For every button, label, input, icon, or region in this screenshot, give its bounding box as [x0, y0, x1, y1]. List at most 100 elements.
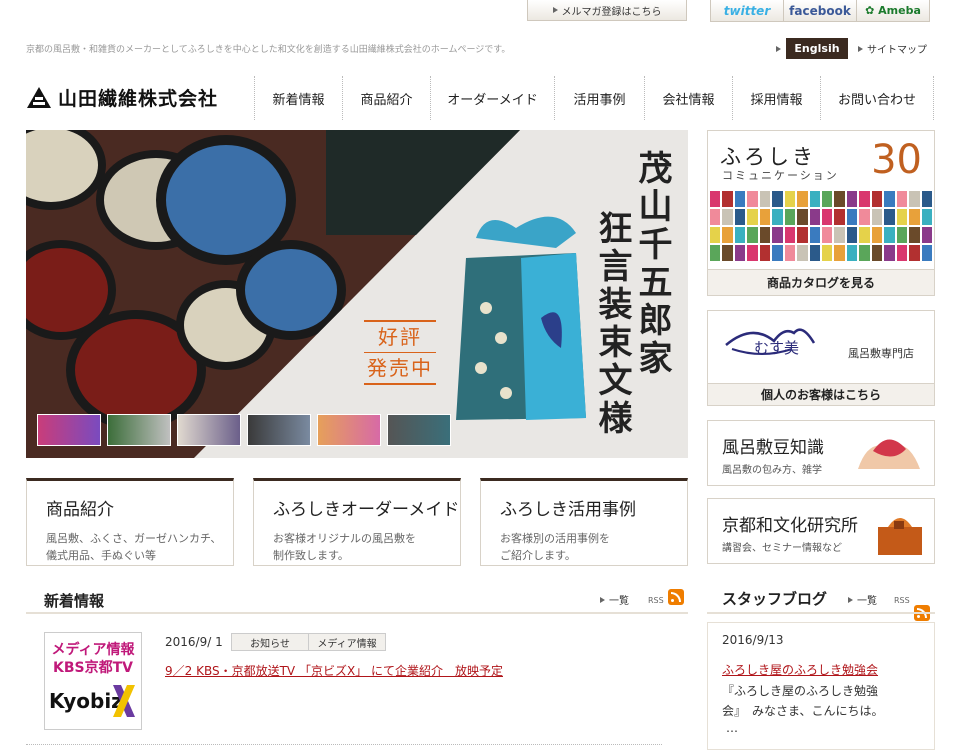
twitter-link[interactable]: twitter — [711, 0, 784, 21]
main-nav: 新着情報 商品紹介 オーダーメイド 活用事例 会社情報 採用情報 お問い合わせ — [254, 76, 934, 120]
kyobiz-x-icon — [113, 685, 135, 717]
blog-entry-link[interactable]: ふろしき屋のふろしき勉強会 — [722, 661, 878, 678]
ameba-label: Ameba — [878, 4, 921, 17]
nav-ordermade[interactable]: オーダーメイド — [430, 76, 554, 120]
hero-thumb[interactable] — [387, 414, 451, 446]
company-logo[interactable]: 山田繊維株式会社 — [26, 84, 218, 111]
sitemap-label: サイトマップ — [867, 45, 927, 56]
catalog-swatch — [834, 245, 845, 261]
catalog-swatch — [797, 191, 808, 207]
blog-more-link[interactable]: 一覧 — [848, 592, 877, 607]
kyoto-institute-banner[interactable]: 京都和文化研究所 講習会、セミナー情報など — [707, 498, 935, 564]
catalog-swatch — [797, 227, 808, 243]
catalog-swatch — [884, 245, 895, 261]
catalog-swatch — [896, 245, 908, 261]
news-title: 新着情報 — [44, 592, 105, 610]
news-tag[interactable]: メディア情報 — [308, 633, 386, 651]
catalog-swatch — [909, 245, 920, 261]
catalog-swatch — [846, 191, 858, 207]
rss-icon[interactable] — [668, 589, 684, 605]
english-button[interactable]: Englsih — [786, 38, 848, 59]
feature-desc: 風呂敷、ふくさ、ガーゼハンカチ、 儀式用品、手ぬぐい等 — [46, 532, 222, 562]
feature-cases[interactable]: ふろしき活用事例 お客様別の活用事例を ご紹介します。 — [480, 478, 688, 566]
mailmag-button[interactable]: メルマガ登録はこちら — [527, 0, 687, 21]
catalog-swatch — [784, 209, 796, 225]
hands-image — [858, 439, 920, 469]
nav-recruit[interactable]: 採用情報 — [732, 76, 820, 120]
catalog-swatch — [859, 227, 870, 243]
hero-thumb[interactable] — [107, 414, 171, 446]
catalog-swatch — [784, 245, 796, 261]
catalog-swatch — [846, 209, 858, 225]
feature-title: ふろしき活用事例 — [500, 500, 636, 520]
blog-divider — [707, 612, 935, 614]
news-more-label: 一覧 — [609, 596, 629, 607]
catalog-swatch — [834, 209, 845, 225]
pattern-circle — [236, 240, 346, 340]
hero-thumbnails — [37, 414, 451, 446]
musubi-button[interactable]: 個人のお客様はこちら — [708, 383, 934, 405]
catalog-swatch — [722, 227, 733, 243]
catalog-swatch — [722, 245, 733, 261]
catalog-swatch — [822, 227, 833, 243]
catalog-button[interactable]: 商品カタログを見る — [708, 269, 934, 295]
nav-company[interactable]: 会社情報 — [644, 76, 732, 120]
catalog-swatch — [734, 209, 746, 225]
news-rss-label: RSS — [648, 596, 664, 605]
feature-products[interactable]: 商品紹介 風呂敷、ふくさ、ガーゼハンカチ、 儀式用品、手ぬぐい等 — [26, 478, 234, 566]
hero-thumb[interactable] — [317, 414, 381, 446]
catalog-swatch — [809, 191, 820, 207]
catalog-swatch — [722, 191, 733, 207]
arrow-icon — [858, 45, 863, 52]
hero-thumb[interactable] — [247, 414, 311, 446]
hero-thumb[interactable] — [37, 414, 101, 446]
nav-products[interactable]: 商品紹介 — [342, 76, 430, 120]
catalog-swatch — [909, 191, 920, 207]
hero-thumb[interactable] — [177, 414, 241, 446]
news-headline-link[interactable]: 9／2 KBS・京都放送TV 「京ビズX」 にて企業紹介 放映予定 — [165, 662, 503, 679]
catalog-swatch — [772, 227, 783, 243]
news-divider — [26, 612, 688, 614]
news-more-link[interactable]: 一覧 — [600, 592, 629, 607]
pattern-circle — [26, 130, 106, 210]
news-date: 2016/9/ 1 — [165, 635, 223, 649]
news-thumbnail[interactable]: メディア情報 KBS京都TV Kyobiz — [44, 632, 142, 730]
furoshiki-package-image — [456, 216, 586, 420]
nav-news[interactable]: 新着情報 — [254, 76, 342, 120]
catalog-swatch — [871, 209, 883, 225]
knowledge-title: 風呂敷豆知識 — [722, 438, 824, 458]
nav-cases[interactable]: 活用事例 — [554, 76, 644, 120]
catalog-banner[interactable]: ふろしき コミュニケーション 30 商品カタログを見る — [707, 130, 935, 296]
musubi-logo-text: むす美 — [754, 339, 800, 357]
catalog-swatch — [734, 191, 746, 207]
catalog-swatch — [809, 227, 820, 243]
catalog-swatch — [884, 227, 895, 243]
arrow-icon — [600, 596, 605, 603]
hero-title-line2: 狂言装束文様 — [592, 210, 632, 438]
hero-banner[interactable]: 茂山千五郎家 狂言装束文様 好評 発売中 — [26, 130, 688, 458]
catalog-swatches — [710, 191, 932, 261]
nav-contact[interactable]: お問い合わせ — [820, 76, 934, 120]
blog-more-label: 一覧 — [857, 596, 877, 607]
ameba-link[interactable]: ✿ Ameba — [857, 0, 929, 21]
feature-desc: お客様別の活用事例を ご紹介します。 — [500, 532, 610, 562]
catalog-swatch — [822, 245, 833, 261]
catalog-swatch — [784, 227, 796, 243]
catalog-swatch — [921, 209, 932, 225]
knowledge-banner[interactable]: 風呂敷豆知識 風呂敷の包み方、雑学 — [707, 420, 935, 486]
catalog-swatch — [747, 227, 758, 243]
news-tag[interactable]: お知らせ — [231, 633, 309, 651]
feature-ordermade[interactable]: ふろしきオーダーメイド お客様オリジナルの風呂敷を 制作致します。 — [253, 478, 461, 566]
blog-date: 2016/9/13 — [722, 633, 784, 647]
catalog-swatch — [759, 191, 771, 207]
catalog-swatch — [772, 245, 783, 261]
sitemap-link[interactable]: サイトマップ — [858, 41, 927, 56]
musubi-banner[interactable]: むす美 風呂敷専門店 個人のお客様はこちら — [707, 310, 935, 406]
catalog-swatch — [734, 245, 746, 261]
blog-entry-box: 2016/9/13 ふろしき屋のふろしき勉強会 『ふろしき屋のふろしき勉強会』 … — [707, 622, 935, 750]
kyoto-desc: 講習会、セミナー情報など — [722, 543, 842, 554]
facebook-link[interactable]: facebook — [784, 0, 857, 21]
musubi-label: 風呂敷専門店 — [848, 347, 914, 360]
site-tagline: 京都の風呂敷・和雑貨のメーカーとしてふろしきを中心とした和文化を創造する山田繊維… — [26, 45, 511, 55]
catalog-swatch — [871, 191, 883, 207]
